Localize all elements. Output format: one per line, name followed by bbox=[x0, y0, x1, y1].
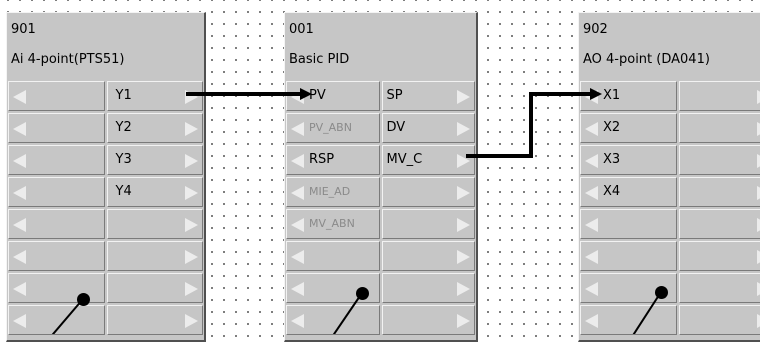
wire-stub-902[interactable] bbox=[630, 292, 661, 334]
arrowhead-x1 bbox=[590, 88, 602, 100]
connection-point[interactable] bbox=[655, 286, 668, 299]
connection-point[interactable] bbox=[356, 287, 369, 300]
connection-wires bbox=[0, 0, 760, 334]
connection-point[interactable] bbox=[77, 293, 90, 306]
wire-001-MVC-to-902-X1[interactable] bbox=[466, 94, 590, 156]
wire-stub-001[interactable] bbox=[330, 293, 362, 334]
wire-stub-901[interactable] bbox=[48, 299, 83, 334]
arrowhead-pv bbox=[300, 88, 312, 100]
